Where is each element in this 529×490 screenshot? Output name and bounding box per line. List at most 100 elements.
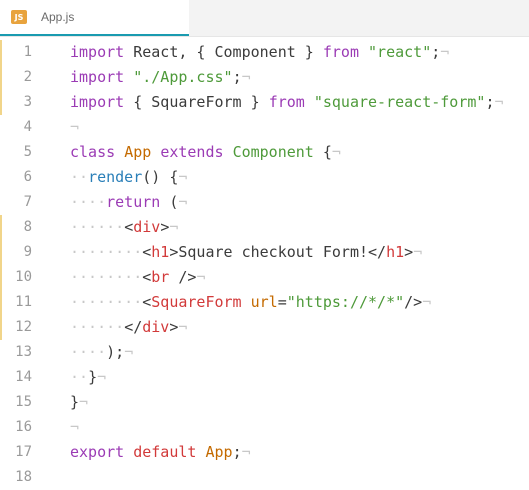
line-number: 12 <box>15 319 32 335</box>
code-token: class <box>70 143 116 161</box>
code-line[interactable]: 1 import React, { Component } from "react… <box>0 40 529 65</box>
code-token: ¬ <box>196 268 206 286</box>
line-code: import { SquareForm } from "square-react… <box>70 90 504 115</box>
tab-label: App.js <box>41 10 75 24</box>
code-token: ¬ <box>440 43 450 61</box>
code-token: App <box>205 443 233 461</box>
code-line[interactable]: 7 ····return (¬ <box>0 190 529 215</box>
line-number: 14 <box>15 369 32 385</box>
line-code: import React, { Component } from "react"… <box>70 40 449 65</box>
tab-app-js[interactable]: JS App.js <box>0 0 189 36</box>
code-token: ¬ <box>422 293 432 311</box>
code-editor[interactable]: 1 import React, { Component } from "react… <box>0 37 529 490</box>
code-token: url <box>250 293 278 311</box>
code-token: >Square checkout Form!</ <box>169 243 387 261</box>
code-token: > <box>404 243 414 261</box>
code-token: > <box>160 218 170 236</box>
code-token: = <box>277 293 287 311</box>
line-number: 2 <box>23 69 32 85</box>
line-code: export default App;¬ <box>70 440 251 465</box>
code-line[interactable]: 4 ¬ <box>0 115 529 140</box>
code-token: from <box>322 43 359 61</box>
code-line[interactable]: 8 ······<div>¬ <box>0 215 529 240</box>
line-code: ········<SquareForm url="https://*/*"/>¬ <box>70 290 431 315</box>
line-number: 6 <box>23 169 32 185</box>
code-token: export <box>70 443 125 461</box>
code-token: { <box>313 143 332 161</box>
code-token: "./App.css" <box>133 68 233 86</box>
code-token: </ <box>124 318 143 336</box>
code-token: import <box>70 68 125 86</box>
code-token: return <box>106 193 161 211</box>
code-token: ¬ <box>178 193 188 211</box>
code-token: h1 <box>386 243 405 261</box>
code-token: extends <box>160 143 224 161</box>
line-number: 1 <box>23 44 32 60</box>
code-token: ¬ <box>494 93 504 111</box>
code-token: ¬ <box>79 393 89 411</box>
line-code: }¬ <box>70 390 88 415</box>
code-token: { SquareForm } <box>124 93 269 111</box>
line-code: ··}¬ <box>70 365 106 390</box>
js-file-icon: JS <box>11 10 27 24</box>
line-number: 11 <box>15 294 32 310</box>
code-line[interactable]: 11 ········<SquareForm url="https://*/*"/… <box>0 290 529 315</box>
code-line[interactable]: 5 class App extends Component {¬ <box>0 140 529 165</box>
code-token: < <box>142 268 152 286</box>
code-token: ········ <box>70 293 143 311</box>
code-token: ; <box>232 443 242 461</box>
code-token: () { <box>142 168 179 186</box>
code-line[interactable]: 18 <box>0 465 529 490</box>
code-token: "square-react-form" <box>313 93 486 111</box>
line-code: ····return (¬ <box>70 190 187 215</box>
code-line[interactable]: 3 import { SquareForm } from "square-reac… <box>0 90 529 115</box>
code-line[interactable]: 9 ········<h1>Square checkout Form!</h1>¬ <box>0 240 529 265</box>
code-token: React, { Component } <box>124 43 323 61</box>
code-token: ·· <box>70 368 89 386</box>
line-number: 4 <box>23 119 32 135</box>
line-number: 7 <box>23 194 32 210</box>
code-token: < <box>142 243 152 261</box>
line-number: 17 <box>15 444 32 460</box>
code-token: render <box>88 168 143 186</box>
code-token: ········ <box>70 268 143 286</box>
line-code: ····);¬ <box>70 340 133 365</box>
line-code: ······<div>¬ <box>70 215 178 240</box>
code-line[interactable]: 14 ··}¬ <box>0 365 529 390</box>
line-code: ¬ <box>70 115 79 140</box>
code-token: ···· <box>70 343 107 361</box>
code-token: div <box>133 218 161 236</box>
code-token: ······ <box>70 318 125 336</box>
code-token: ¬ <box>241 443 251 461</box>
line-number: 9 <box>23 244 32 260</box>
code-line[interactable]: 16 ¬ <box>0 415 529 440</box>
code-token: ; <box>232 68 242 86</box>
code-token: import <box>70 93 125 111</box>
code-token: ); <box>106 343 125 361</box>
code-token: < <box>142 293 152 311</box>
code-line[interactable]: 15}¬ <box>0 390 529 415</box>
code-line[interactable]: 2 import "./App.css";¬ <box>0 65 529 90</box>
code-line[interactable]: 13 ····);¬ <box>0 340 529 365</box>
code-line[interactable]: 12 ······</div>¬ <box>0 315 529 340</box>
code-token: ······ <box>70 218 125 236</box>
line-number: 5 <box>23 144 32 160</box>
code-line[interactable]: 6 ··render() {¬ <box>0 165 529 190</box>
code-token: ¬ <box>70 118 80 136</box>
code-token: ¬ <box>178 318 188 336</box>
code-token: br <box>151 268 170 286</box>
code-line[interactable]: 17 export default App;¬ <box>0 440 529 465</box>
code-token: div <box>142 318 170 336</box>
code-token: SquareForm <box>151 293 242 311</box>
code-token: ¬ <box>241 68 251 86</box>
line-code: ······</div>¬ <box>70 315 187 340</box>
code-token: ( <box>160 193 179 211</box>
code-line[interactable]: 10 ········<br />¬ <box>0 265 529 290</box>
code-token: ···· <box>70 193 107 211</box>
line-number: 3 <box>23 94 32 110</box>
